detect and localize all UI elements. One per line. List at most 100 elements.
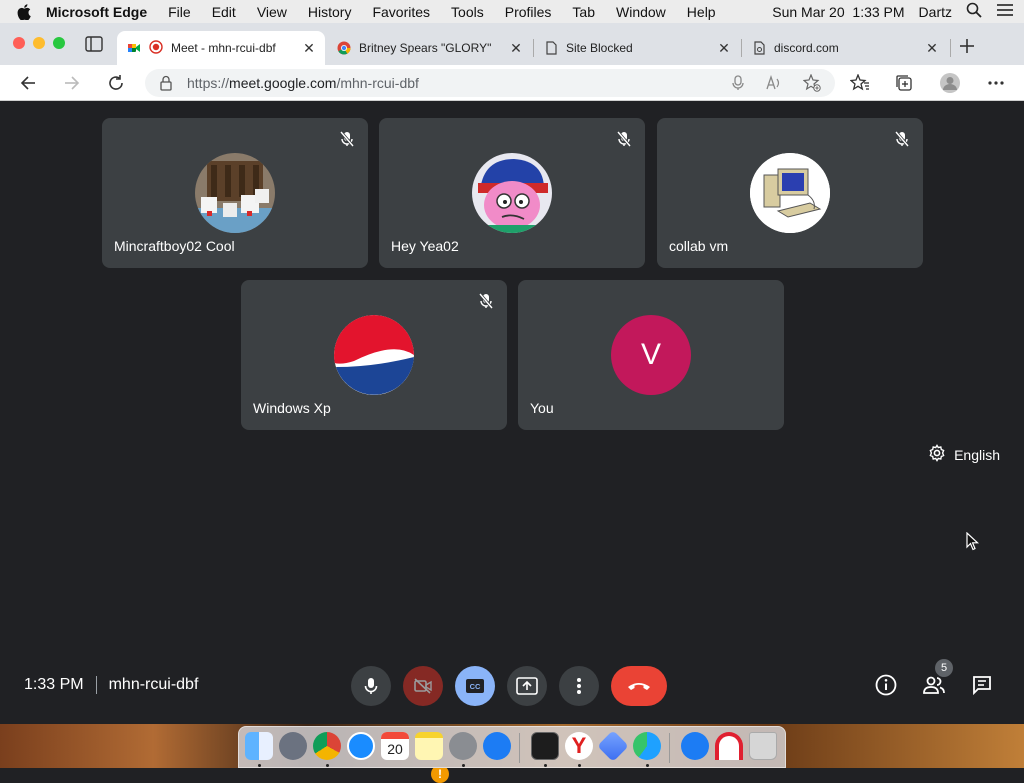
collections-icon[interactable] [892,71,916,95]
microphone-icon[interactable] [731,75,745,94]
browser-tab-bar: Meet - mhn-rcui-dbf ✕ Britney Spears "GL… [0,23,1024,65]
safari-icon[interactable] [347,732,375,760]
running-indicator [462,764,465,767]
participant-name: Mincraftboy02 Cool [114,238,235,254]
self-tile[interactable]: V You [518,280,784,430]
new-tab-icon[interactable] [958,37,976,55]
lock-icon[interactable] [159,75,173,91]
edge-icon[interactable] [633,732,661,760]
tab-britney[interactable]: Britney Spears "GLORY" ✕ [327,31,532,65]
menubar-clock[interactable]: Sun Mar 20 1:33 PM [772,4,904,20]
tab-close-icon[interactable]: ✕ [716,40,732,56]
menu-view[interactable]: View [257,4,287,20]
trash-icon[interactable] [749,732,777,760]
tab-separator [950,39,951,57]
back-arrow-icon[interactable] [16,71,40,95]
recording-icon [149,39,163,57]
window-close-button[interactable] [13,37,25,49]
menu-profiles[interactable]: Profiles [505,4,552,20]
present-screen-button[interactable] [507,666,547,706]
more-options-button[interactable] [559,666,599,706]
system-preferences-icon[interactable] [449,732,477,760]
menu-app-name[interactable]: Microsoft Edge [46,4,147,20]
menubar-user[interactable]: Dartz [919,4,952,20]
menu-window[interactable]: Window [616,4,666,20]
meeting-details-button[interactable] [873,672,899,698]
app-store-icon[interactable] [681,732,709,760]
menu-file[interactable]: File [168,4,191,20]
participant-tile[interactable]: Hey Yea02 [379,118,645,268]
participant-tile[interactable]: Windows Xp [241,280,507,430]
tab-label: Site Blocked [566,41,633,55]
control-center-icon[interactable] [996,3,1014,20]
participant-name: Hey Yea02 [391,238,459,254]
pepsi-logo-image [334,315,414,395]
linear-icon[interactable] [597,730,629,762]
macos-menubar: Microsoft Edge File Edit View History Fa… [0,0,1024,23]
page-icon [544,41,558,55]
finder-icon[interactable] [245,732,273,760]
profile-avatar-icon[interactable] [938,71,962,95]
captions-button[interactable]: CC [455,666,495,706]
tab-actions-icon[interactable] [85,36,103,52]
magnet-icon[interactable] [715,732,743,760]
closed-captions-icon: CC [466,679,484,693]
address-field[interactable]: https://meet.google.com/mhn-rcui-dbf [145,69,835,97]
google-meet-icon [127,41,141,55]
menu-history[interactable]: History [308,4,352,20]
dock-separator [669,733,670,763]
meeting-time: 1:33 PM [24,676,84,693]
forward-arrow-icon[interactable] [60,71,84,95]
hang-up-icon [628,683,650,690]
macos-dock: 20 Y [238,726,786,768]
svg-text:CC: CC [470,682,481,691]
tab-discord[interactable]: discord.com ✕ [742,31,948,65]
window-zoom-button[interactable] [53,37,65,49]
tab-meet[interactable]: Meet - mhn-rcui-dbf ✕ [117,31,325,65]
participant-tile[interactable]: Mincraftboy02 Cool [102,118,368,268]
notes-icon[interactable] [415,732,443,760]
microphone-button[interactable] [351,666,391,706]
refresh-icon[interactable] [104,71,128,95]
app-store-icon[interactable] [483,732,511,760]
favorites-icon[interactable] [848,71,872,95]
menu-edit[interactable]: Edit [212,4,236,20]
camera-off-icon [414,678,432,694]
tab-close-icon[interactable]: ✕ [924,40,940,56]
menu-favorites[interactable]: Favorites [372,4,430,20]
url-host: meet.google.com [229,75,337,91]
divider [95,676,97,694]
running-indicator [578,764,581,767]
caption-language-button[interactable]: English [928,444,1000,465]
calendar-icon[interactable]: 20 [381,732,409,760]
read-aloud-icon[interactable] [765,74,783,94]
avatar-letter: V [640,338,661,371]
apple-logo-icon[interactable] [14,2,34,22]
yandex-icon[interactable]: Y [565,732,593,760]
tab-close-icon[interactable]: ✕ [301,40,317,56]
browser-toolbar: https://meet.google.com/mhn-rcui-dbf [0,65,1024,101]
meeting-controls-bar: 1:33 PM mhn-rcui-dbf ! CC 5 [0,642,1024,783]
add-favorite-icon[interactable] [802,73,821,95]
url-prefix: https:// [187,75,230,91]
tab-close-icon[interactable]: ✕ [508,40,524,56]
chat-button[interactable] [969,672,995,698]
spotlight-search-icon[interactable] [966,2,982,21]
meet-stage: Mincraftboy02 Cool Hey Yea02 collab vm W… [0,102,1024,783]
meeting-code: mhn-rcui-dbf [108,676,199,693]
menu-help[interactable]: Help [687,4,716,20]
window-minimize-button[interactable] [33,37,45,49]
chrome-icon[interactable] [313,732,341,760]
menu-tab[interactable]: Tab [572,4,595,20]
people-icon [923,676,945,694]
more-menu-icon[interactable] [984,71,1008,95]
camera-button[interactable] [403,666,443,706]
participant-tile[interactable]: collab vm [657,118,923,268]
terminal-icon[interactable] [531,732,559,760]
running-indicator [326,764,329,767]
tab-site-blocked[interactable]: Site Blocked ✕ [534,31,740,65]
running-indicator [544,764,547,767]
launchpad-icon[interactable] [279,732,307,760]
leave-call-button[interactable] [611,666,667,706]
menu-tools[interactable]: Tools [451,4,484,20]
